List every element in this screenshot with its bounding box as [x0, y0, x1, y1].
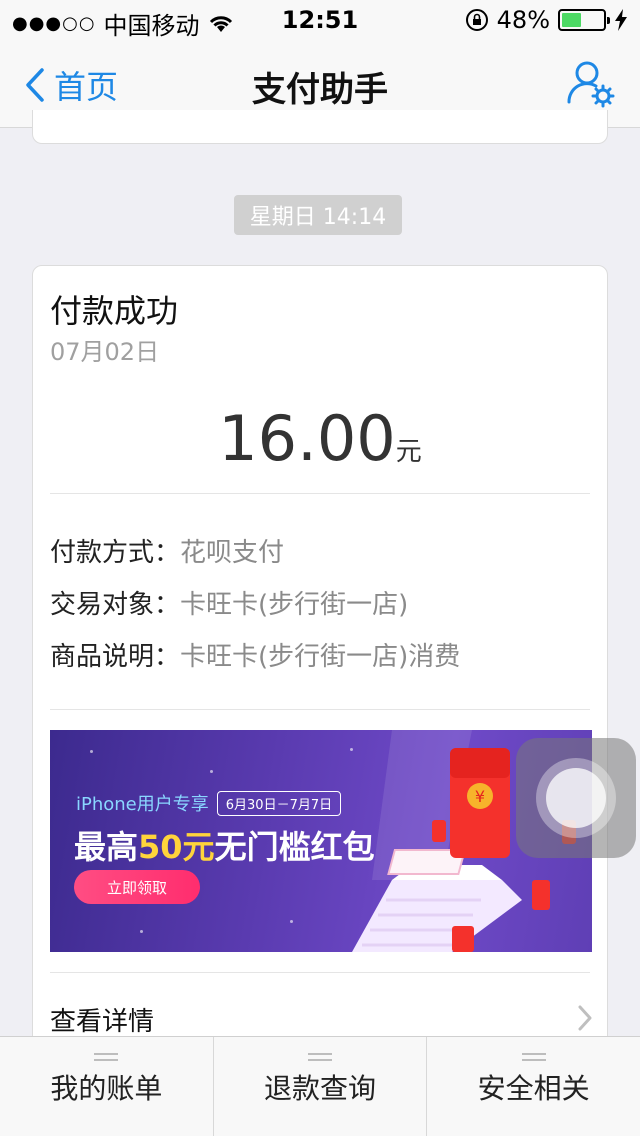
- info-label: 付款方式：: [50, 538, 181, 568]
- banner-dates: 6月30日－7月7日: [216, 790, 342, 816]
- charging-icon: [615, 9, 627, 31]
- payment-method-row: 付款方式： 花呗支付: [50, 532, 284, 569]
- user-settings-icon[interactable]: [566, 58, 616, 108]
- amount-value: 16.00: [218, 402, 396, 475]
- info-label: 交易对象：: [50, 590, 181, 620]
- tab-label: 我的账单: [50, 1071, 163, 1105]
- payment-card[interactable]: 付款成功 07月02日 16.00元 付款方式： 花呗支付 交易对象： 卡旺卡(…: [32, 265, 608, 1065]
- banner-tag: iPhone用户专享 6月30日－7月7日: [76, 790, 342, 816]
- divider: [50, 709, 590, 710]
- info-value: 卡旺卡(步行街一店)消费: [180, 642, 461, 672]
- page-title: 支付助手: [252, 70, 388, 110]
- battery-icon: [558, 9, 610, 31]
- claim-now-button[interactable]: 立即领取: [74, 870, 200, 904]
- headline-highlight: 50元: [138, 828, 215, 866]
- tab-label: 安全相关: [477, 1071, 590, 1105]
- bottom-toolbar: 我的账单 退款查询 安全相关: [0, 1036, 640, 1136]
- battery-fill: [562, 13, 582, 27]
- menu-handle-icon: [308, 1053, 332, 1061]
- card-title: 付款成功: [50, 292, 179, 330]
- assistive-touch-button[interactable]: [516, 738, 636, 858]
- banner-headline: 最高 50元 无门槛红包: [74, 822, 375, 868]
- payment-amount: 16.00元: [33, 402, 607, 475]
- tab-refund-query[interactable]: 退款查询: [214, 1037, 428, 1136]
- headline-prefix: 最高: [74, 828, 139, 866]
- star-dot: [290, 920, 293, 923]
- amount-unit: 元: [395, 437, 422, 467]
- previous-message-card: [32, 110, 608, 144]
- tab-security[interactable]: 安全相关: [427, 1037, 640, 1136]
- menu-handle-icon: [94, 1053, 119, 1061]
- star-dot: [140, 930, 143, 933]
- assistive-core: [546, 768, 606, 828]
- card-date: 07月02日: [50, 338, 160, 366]
- product-description-row: 商品说明： 卡旺卡(步行街一店)消费: [50, 636, 460, 673]
- view-details-link[interactable]: 查看详情: [50, 1001, 154, 1038]
- divider: [50, 493, 590, 494]
- message-timestamp: 星期日 14:14: [234, 195, 402, 235]
- svg-text:¥: ¥: [475, 787, 485, 806]
- chevron-right-icon: [578, 1005, 592, 1031]
- info-value: 卡旺卡(步行街一店): [180, 590, 409, 620]
- info-value: 花呗支付: [180, 538, 285, 568]
- merchant-row: 交易对象： 卡旺卡(步行街一店): [50, 584, 408, 621]
- status-right: 48%: [465, 6, 628, 34]
- status-bar: ●●●○○ 中国移动 12:51 48%: [0, 0, 640, 40]
- rotation-lock-icon: [465, 9, 488, 31]
- tab-label: 退款查询: [264, 1071, 377, 1105]
- star-dot: [90, 750, 93, 753]
- menu-handle-icon: [521, 1053, 546, 1061]
- battery-percent: 48%: [496, 6, 550, 34]
- tab-my-bills[interactable]: 我的账单: [0, 1037, 214, 1136]
- banner-tag-text: iPhone用户专享: [76, 794, 209, 815]
- promo-banner[interactable]: iPhone用户专享 6月30日－7月7日 最高 50元 无门槛红包 立即领取 ¥: [50, 730, 592, 952]
- divider: [50, 972, 590, 973]
- info-label: 商品说明：: [50, 642, 181, 672]
- star-dot: [210, 770, 213, 773]
